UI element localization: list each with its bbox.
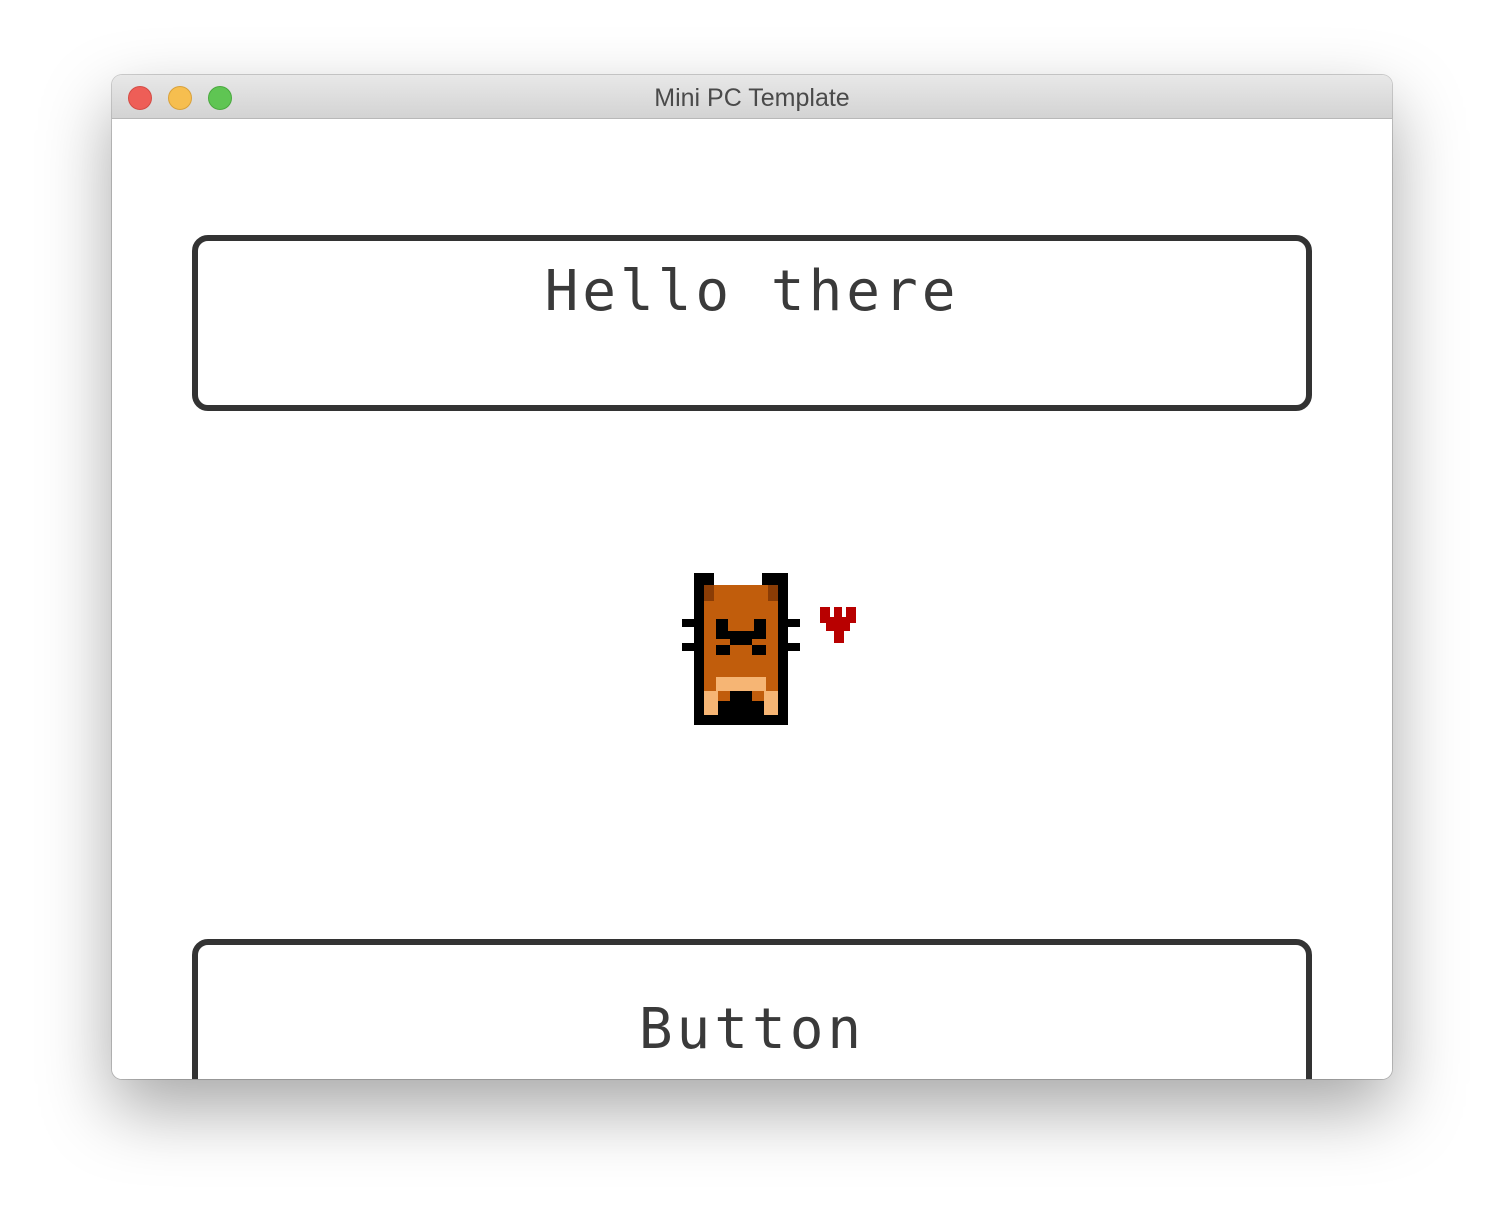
dialog-box: Hello there [192,235,1312,411]
cat-character-icon [682,573,800,725]
content-area: Hello there Button [112,119,1392,1079]
sprite-area [680,573,860,729]
heart-icon [820,607,856,643]
dialog-text: Hello there [544,259,960,324]
window-title: Mini PC Template [654,84,850,112]
action-button-label: Button [638,997,866,1062]
action-button[interactable]: Button [192,939,1312,1079]
title-bar[interactable]: Mini PC Template [112,75,1392,119]
app-window: Mini PC Template Hello there Button [112,75,1392,1079]
